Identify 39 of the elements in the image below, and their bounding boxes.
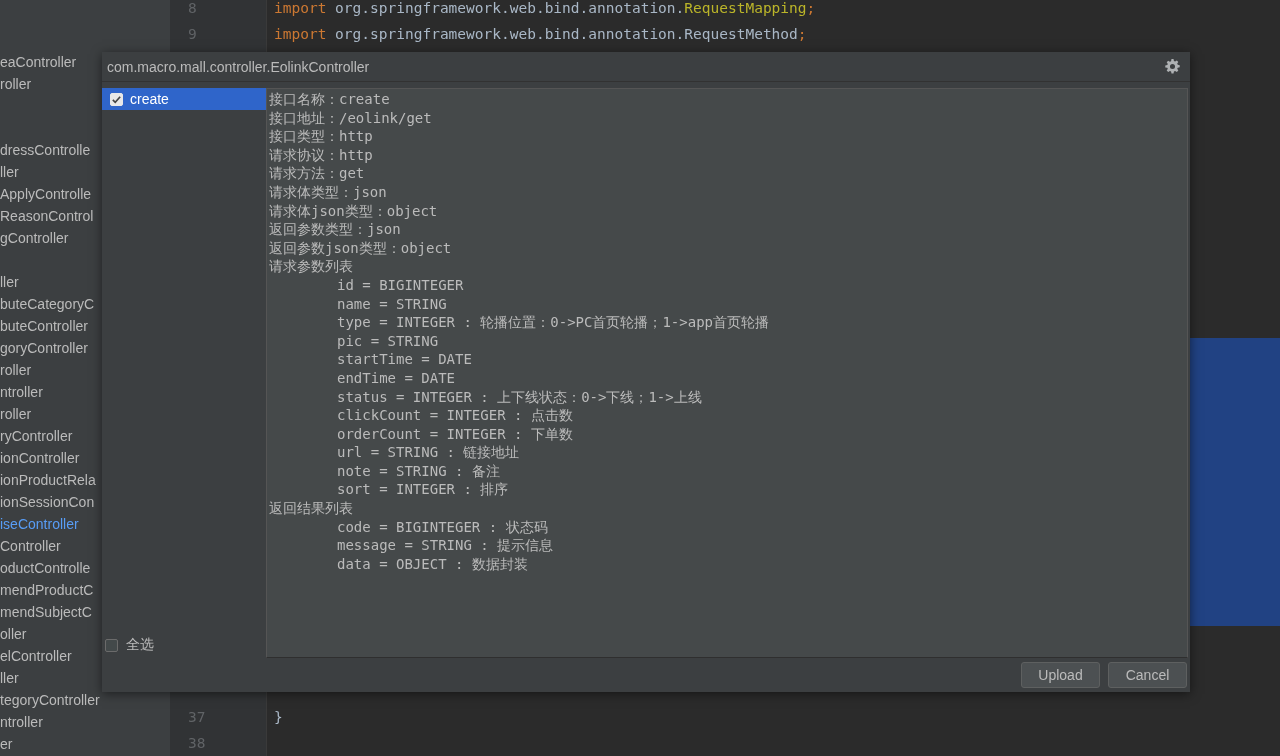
detail-line: code = BIGINTEGER : 状态码 [337,518,548,535]
code-line: import org.springframework.web.bind.annotation.RequestMapping; [274,0,816,16]
detail-line: 请求体json类型：object [269,202,438,219]
detail-line: 返回参数json类型：object [269,239,452,256]
detail-line: startTime = DATE [337,351,472,368]
checkbox[interactable] [105,638,118,652]
tree-item[interactable]: ntroller [0,711,170,733]
method-item[interactable]: create [102,88,266,110]
detail-line: url = STRING : 链接地址 [337,444,520,461]
detail-line: 接口名称：create [269,91,390,107]
detail-line: status = INTEGER : 上下线状态：0->下线；1->上线 [337,388,702,405]
detail-line: endTime = DATE [337,369,455,386]
detail-line: data = OBJECT : 数据封装 [337,555,528,572]
detail-line: 接口类型：http [269,128,373,145]
detail-line: note = STRING : 备注 [337,462,500,479]
detail-line: 请求方法：get [269,165,365,182]
dialog-button[interactable]: Upload [1021,662,1100,688]
detail-line: clickCount = INTEGER : 点击数 [337,407,573,424]
detail-line: pic = STRING [337,332,439,349]
detail-line: orderCount = INTEGER : 下单数 [337,425,573,442]
detail-line: type = INTEGER : 轮播位置：0->PC首页轮播；1->app首页轮播 [337,314,769,331]
detail-line: 请求参数列表 [269,258,353,275]
detail-line: message = STRING : 提示信息 [337,537,554,554]
settings-icon[interactable] [1165,59,1180,74]
detail-line: 请求体类型：json [269,183,387,200]
dialog-button[interactable]: Cancel [1108,662,1187,688]
dialog-title: com.macro.mall.controller.EolinkController [107,58,370,75]
detail-line: 返回结果列表 [269,500,353,517]
code-line: import org.springframework.web.bind.annotation.RequestMethod; [274,26,807,42]
code-line: } [274,709,283,725]
detail-line: id = BIGINTEGER [337,276,464,293]
detail-line: 请求协议：http [269,146,373,163]
checkbox-label: 全选 [126,636,154,654]
detail-line: 接口地址：/eolink/get [269,109,432,126]
detail-line: name = STRING [337,295,447,312]
tree-item[interactable]: er [0,733,170,755]
tree-item[interactable]: tegoryController [0,689,170,711]
detail-line: sort = INTEGER : 排序 [337,481,509,498]
detail-line: 返回参数类型：json [269,221,401,238]
